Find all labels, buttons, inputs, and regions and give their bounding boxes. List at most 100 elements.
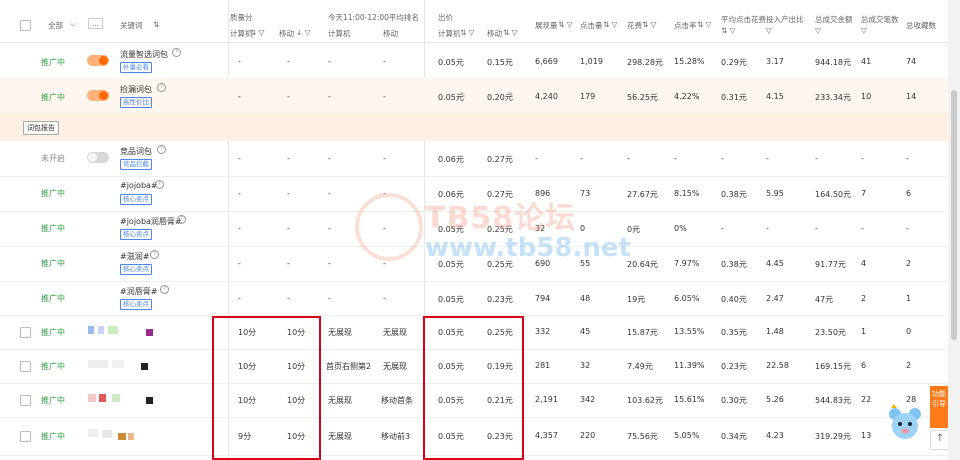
sort-icon[interactable]: ⇅ ▽ (503, 28, 517, 37)
edit-icon[interactable]: ✎ (508, 91, 514, 99)
rank-mobile: - (383, 294, 386, 303)
gmv-value: 169.15元 (815, 362, 851, 371)
quality-mobile: - (287, 294, 290, 303)
quality-mobile: - (287, 154, 290, 163)
row-checkbox[interactable] (20, 361, 31, 372)
help-icon[interactable]: ? (177, 215, 186, 224)
rank-pc: - (328, 57, 331, 66)
bid-pc[interactable]: 0.05元 (438, 294, 464, 305)
col-bid-pc[interactable]: 计算机 (438, 28, 461, 39)
sort-icon[interactable]: ⇅ ▽ (250, 28, 264, 37)
bid-pc[interactable]: 0.06元 (438, 154, 464, 165)
orders-value: 7 (861, 189, 867, 198)
more-dropdown[interactable]: ... (88, 18, 104, 29)
help-icon[interactable]: ? (172, 48, 181, 57)
col-avg-cpc[interactable]: 平均点击花费 (721, 14, 766, 25)
row-checkbox[interactable] (20, 327, 31, 338)
blurred-keyword (102, 430, 112, 438)
keyword-name[interactable]: #jojoba润唇膏# (120, 216, 182, 227)
bid-mobile[interactable]: 0.25元 (487, 224, 513, 235)
table-row: 推广中 流量智选词包 ? 补量必看 - - - - 0.05元 0.15元 6,… (0, 43, 948, 79)
row-checkbox[interactable] (20, 431, 31, 442)
col-cost[interactable]: 花费 (627, 20, 642, 31)
keyword-name[interactable]: 竞品词包 (120, 146, 152, 157)
keyword-name[interactable]: 捡漏词包 (120, 84, 152, 95)
status-label: 推广中 (41, 362, 65, 371)
col-impressions[interactable]: 展现量 (535, 20, 558, 31)
feature-guide-button[interactable]: 功能引导 (930, 386, 948, 428)
col-ctr[interactable]: 点击率 (674, 20, 697, 31)
bid-mobile[interactable]: 0.27元 (487, 154, 513, 165)
col-bid-mobile[interactable]: 移动 (487, 28, 502, 39)
scrollbar-thumb[interactable] (951, 90, 957, 340)
sort-icon[interactable]: ⇅ ▽ (603, 20, 617, 29)
status-label: 推广中 (41, 328, 65, 337)
filter-all[interactable]: 全部 (48, 20, 63, 31)
col-total-orders[interactable]: 总成交笔数 (861, 14, 899, 25)
mascot-icon[interactable] (888, 404, 922, 444)
keyword-pack-report-button[interactable]: 词包报告 (23, 121, 59, 135)
filter-icon[interactable]: ▽ (861, 26, 867, 35)
sort-icon[interactable]: ⇅ ▽ (642, 20, 656, 29)
col-roi[interactable]: 投入产出比 (766, 14, 804, 25)
row-checkbox[interactable] (20, 395, 31, 406)
filter-icon[interactable]: ▽ (815, 26, 821, 35)
gmv-value: 164.50元 (815, 190, 851, 199)
sort-icon[interactable]: ⇅ ▽ (697, 20, 711, 29)
cpc-value: - (721, 224, 724, 233)
table-row: 推广中 #jojoba润唇膏# ? 核心卖点 - - - - 0.05元 0.2… (0, 211, 948, 247)
vertical-scrollbar[interactable] (948, 0, 960, 460)
keyword-name[interactable]: #jojoba# (120, 181, 158, 190)
quality-pc: - (238, 294, 241, 303)
help-icon[interactable]: ? (155, 180, 164, 189)
select-all-checkbox[interactable] (20, 20, 31, 31)
back-to-top-button[interactable]: ↑ (930, 430, 950, 450)
blurred-keyword (88, 326, 94, 334)
bid-pc[interactable]: 0.05元 (438, 224, 464, 235)
sort-icon[interactable]: ⇅ ▽ (460, 28, 474, 37)
impressions-value: 4,357 (535, 431, 558, 440)
sort-icon[interactable]: ⇅ (153, 20, 159, 29)
filter-icon[interactable]: ▽ (766, 26, 772, 35)
fav-value: 2 (906, 259, 912, 268)
clicks-value: 55 (580, 259, 591, 268)
bid-pc[interactable]: 0.05元 (438, 259, 464, 270)
impressions-value: 281 (535, 361, 551, 370)
promotion-toggle[interactable] (87, 152, 109, 163)
roi-value: 5.26 (766, 395, 784, 404)
help-icon[interactable]: ? (150, 250, 159, 259)
sort-icon[interactable]: ⇅ ▽ (558, 20, 572, 29)
cost-value: 0元 (627, 225, 641, 234)
chevron-down-icon[interactable]: ⌵ (70, 19, 76, 29)
bid-pc[interactable]: 0.05元 (438, 57, 464, 68)
col-total-fav[interactable]: 总收藏数 (906, 20, 936, 31)
bid-mobile[interactable]: 0.25元 (487, 259, 513, 270)
status-label: 推广中 (41, 58, 65, 67)
status-label: 推广中 (41, 224, 65, 233)
gmv-value: - (815, 224, 818, 233)
promotion-toggle[interactable] (87, 90, 109, 101)
col-group-rank: 今天11:00-12:00平均排名 (328, 13, 419, 22)
orders-value: - (861, 224, 864, 233)
sort-down-icon[interactable]: ↓ ▽ (296, 28, 310, 37)
help-icon[interactable]: ? (157, 145, 166, 154)
cpc-value: 0.38元 (721, 190, 747, 199)
promotion-toggle[interactable] (87, 55, 109, 66)
keyword-name[interactable]: #滋润# (120, 251, 149, 262)
bid-pc[interactable]: 0.06元 (438, 189, 464, 200)
status-label: 推广中 (41, 294, 65, 303)
sort-icon[interactable]: ⇅ ▽ (721, 26, 735, 35)
roi-value: 1.48 (766, 327, 784, 336)
help-icon[interactable]: ? (160, 285, 169, 294)
col-total-gmv[interactable]: 总成交金额 (815, 14, 853, 25)
keyword-name[interactable]: 流量智选词包 (120, 49, 168, 60)
help-icon[interactable]: ? (157, 83, 166, 92)
bid-mobile[interactable]: 0.23元 (487, 294, 513, 305)
col-keyword[interactable]: 关键词 (120, 20, 143, 31)
edit-icon[interactable]: ✎ (460, 91, 466, 99)
bid-mobile[interactable]: 0.27元 (487, 189, 513, 200)
col-clicks[interactable]: 点击量 (580, 20, 603, 31)
col-quality-mobile[interactable]: 移动 (279, 28, 294, 39)
bid-mobile[interactable]: 0.15元 (487, 57, 513, 68)
keyword-name[interactable]: #润唇膏# (120, 286, 157, 297)
